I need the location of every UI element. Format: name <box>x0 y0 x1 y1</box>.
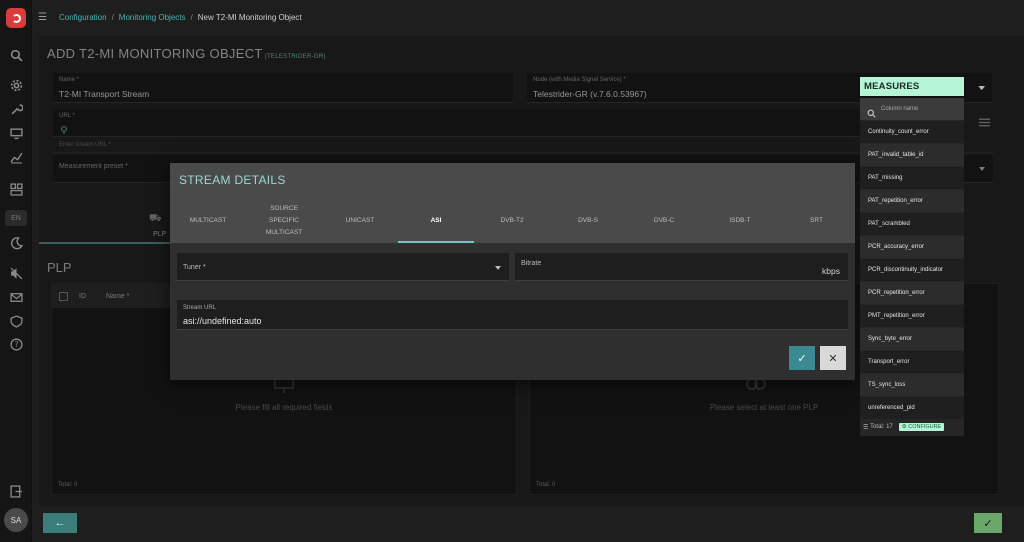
measure-item[interactable]: TS_sync_loss <box>860 374 964 396</box>
mail-icon[interactable] <box>7 288 25 306</box>
tuner-select[interactable]: Tuner * <box>177 253 509 281</box>
tab-dvb-t2[interactable]: DVB-T2 <box>474 199 550 243</box>
column-search-placeholder: Column name <box>881 106 919 112</box>
language-switch[interactable]: EN <box>5 210 27 226</box>
measure-item[interactable]: PAT_scrambled <box>860 213 964 235</box>
tab-asi[interactable]: ASI <box>398 199 474 243</box>
stream-details-dialog: STREAM DETAILS MULTICAST SOURCE SPECIFIC… <box>170 163 855 380</box>
dashboard-icon[interactable] <box>7 180 25 198</box>
cancel-button[interactable]: ✕ <box>820 346 846 370</box>
breadcrumb-separator: / <box>111 12 114 22</box>
breadcrumb-configuration[interactable]: Configuration <box>59 13 107 22</box>
bitrate-unit: kbps <box>822 266 840 276</box>
logout-icon[interactable] <box>7 482 25 500</box>
chart-icon[interactable] <box>7 148 25 166</box>
app-logo[interactable] <box>6 8 26 28</box>
tuner-label: Tuner * <box>183 264 206 271</box>
measure-item[interactable]: PCR_discontinuity_indicator <box>860 259 964 281</box>
measure-item[interactable]: PCR_accuracy_error <box>860 236 964 258</box>
measure-item[interactable]: Continuity_count_error <box>860 121 964 143</box>
breadcrumb-separator: / <box>190 12 193 22</box>
measure-item[interactable]: PAT_invalid_table_id <box>860 144 964 166</box>
measures-total: Total: 17 <box>870 424 893 430</box>
close-icon: ✕ <box>828 352 838 365</box>
search-icon[interactable] <box>7 46 25 64</box>
breadcrumb: ☰ Configuration / Monitoring Objects / N… <box>32 0 1024 34</box>
measures-dropdown: Column name Continuity_count_error PAT_i… <box>860 98 964 436</box>
measure-item[interactable]: Transport_error <box>860 351 964 373</box>
help-icon[interactable]: ? <box>7 335 25 353</box>
arrow-left-icon: ← <box>54 517 66 529</box>
search-icon <box>867 105 876 118</box>
chevron-down-icon[interactable] <box>979 86 985 90</box>
configure-label: CONFIGURE <box>908 424 942 430</box>
chevron-down-icon <box>495 266 501 270</box>
stream-url-field[interactable]: Stream URL asi://undefined:auto <box>177 300 848 330</box>
tab-dvb-c[interactable]: DVB-C <box>626 199 702 243</box>
measure-item[interactable]: PMT_repetition_error <box>860 305 964 327</box>
moon-icon[interactable] <box>7 234 25 252</box>
measure-item[interactable]: PAT_repetition_error <box>860 190 964 212</box>
check-icon: ✓ <box>797 352 807 365</box>
shield-icon[interactable] <box>7 312 25 330</box>
measure-item[interactable]: unreferenced_pid <box>860 397 964 419</box>
tab-dvb-s[interactable]: DVB-S <box>550 199 626 243</box>
measure-item[interactable]: Sync_byte_error <box>860 328 964 350</box>
dialog-body: Tuner * Bitrate kbps Stream URL asi://un… <box>170 243 855 380</box>
menu-toggle-icon[interactable]: ☰ <box>38 12 47 23</box>
breadcrumb-monitoring-objects[interactable]: Monitoring Objects <box>119 13 186 22</box>
tab-srt[interactable]: SRT <box>778 199 855 243</box>
list-icon: ☰ <box>863 424 869 431</box>
measures-header[interactable]: MEASURES <box>860 77 964 96</box>
column-search-input[interactable]: Column name <box>860 98 964 120</box>
confirm-button[interactable]: ✓ <box>789 346 815 370</box>
back-button[interactable]: ← <box>43 513 77 533</box>
mute-icon[interactable] <box>7 264 25 282</box>
gear-icon[interactable] <box>7 76 25 94</box>
tab-unicast[interactable]: UNICAST <box>322 199 398 243</box>
tab-source-specific-multicast[interactable]: SOURCE SPECIFIC MULTICAST <box>246 199 322 243</box>
sidebar: EN ? SA <box>0 0 32 542</box>
stream-type-tabs: MULTICAST SOURCE SPECIFIC MULTICAST UNIC… <box>170 199 855 243</box>
wrench-icon[interactable] <box>7 100 25 118</box>
dialog-title: STREAM DETAILS <box>179 173 286 187</box>
configure-button[interactable]: ⚙ CONFIGURE <box>898 423 945 431</box>
bitrate-input[interactable]: Bitrate kbps <box>515 253 848 281</box>
monitor-icon[interactable] <box>7 124 25 142</box>
breadcrumb-current: New T2-MI Monitoring Object <box>197 12 302 22</box>
stream-url-label: Stream URL <box>183 305 217 311</box>
tab-multicast[interactable]: MULTICAST <box>170 199 246 243</box>
save-button[interactable]: ✓ <box>974 513 1002 533</box>
svg-text:?: ? <box>14 340 18 349</box>
check-icon: ✓ <box>983 517 993 530</box>
avatar[interactable]: SA <box>4 508 28 532</box>
tab-isdb-t[interactable]: ISDB-T <box>702 199 778 243</box>
measures-footer: ☰ Total: 17 ⚙ CONFIGURE <box>860 420 964 434</box>
bitrate-label: Bitrate <box>521 260 542 267</box>
stream-url-value: asi://undefined:auto <box>183 316 262 326</box>
measure-item[interactable]: PAT_missing <box>860 167 964 189</box>
measure-item[interactable]: PCR_repetition_error <box>860 282 964 304</box>
